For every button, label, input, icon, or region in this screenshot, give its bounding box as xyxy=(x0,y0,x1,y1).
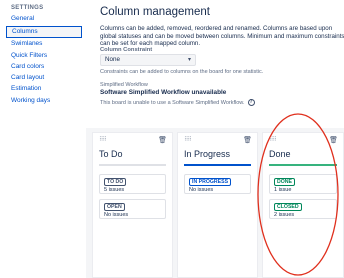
sidebar-item-swimlanes[interactable]: Swimlanes xyxy=(11,38,82,50)
column-status-bar xyxy=(184,164,251,166)
constraint-hint: Constraints can be added to columns on t… xyxy=(100,69,264,75)
column-constraint-select[interactable]: None ▾ xyxy=(100,54,196,66)
highlight-oval xyxy=(257,113,339,276)
status-issue-count: No issues xyxy=(189,187,214,193)
page-title: Column management xyxy=(100,6,210,18)
simplified-workflow-title: Software Simplified Workflow unavailable xyxy=(100,89,227,96)
column-constraint-value: None xyxy=(105,56,121,63)
status-issue-count: 5 issues xyxy=(104,187,125,193)
status-issue-count: No issues xyxy=(104,212,129,218)
status-lozenge: OPEN xyxy=(104,203,125,211)
sidebar-item-general[interactable]: General xyxy=(11,13,82,25)
help-icon[interactable]: ? xyxy=(247,99,255,106)
drag-handle-icon[interactable]: ⠿⠿ xyxy=(99,136,107,143)
simplified-workflow-note: This board is unable to use a Software S… xyxy=(100,99,255,106)
sidebar-heading: SETTINGS xyxy=(11,5,44,11)
column-status-bar xyxy=(99,164,166,166)
column-in-progress[interactable]: ⠿⠿ 🗑 In Progress IN PROGRESS No issues xyxy=(177,132,258,278)
column-title: To Do xyxy=(99,149,123,159)
column-title: In Progress xyxy=(184,149,231,159)
column-constraint-label: Column Constraint xyxy=(100,47,153,53)
page-description: Columns can be added, removed, reordered… xyxy=(100,25,344,47)
chevron-down-icon: ▾ xyxy=(187,57,191,63)
status-lozenge: IN PROGRESS xyxy=(189,178,232,186)
column-to-do[interactable]: ⠿⠿ 🗑 To Do TO DO 5 issues OPEN No issues xyxy=(92,132,173,278)
status-card-open[interactable]: OPEN No issues xyxy=(99,199,166,219)
settings-sidebar: SETTINGS General Columns Swimlanes Quick… xyxy=(0,0,82,278)
status-card-to-do[interactable]: TO DO 5 issues xyxy=(99,174,166,194)
simplified-workflow-note-text: This board is unable to use a Software S… xyxy=(100,99,245,106)
sidebar-item-columns[interactable]: Columns xyxy=(6,26,82,38)
simplified-workflow-label: Simplified Workflow xyxy=(100,82,148,88)
sidebar-item-estimation[interactable]: Estimation xyxy=(11,83,82,95)
trash-icon[interactable]: 🗑 xyxy=(243,136,252,144)
drag-handle-icon[interactable]: ⠿⠿ xyxy=(184,136,192,143)
status-lozenge: TO DO xyxy=(104,178,127,186)
status-card-in-progress[interactable]: IN PROGRESS No issues xyxy=(184,174,251,194)
trash-icon[interactable]: 🗑 xyxy=(158,136,167,144)
sidebar-item-working-days[interactable]: Working days xyxy=(11,95,82,107)
